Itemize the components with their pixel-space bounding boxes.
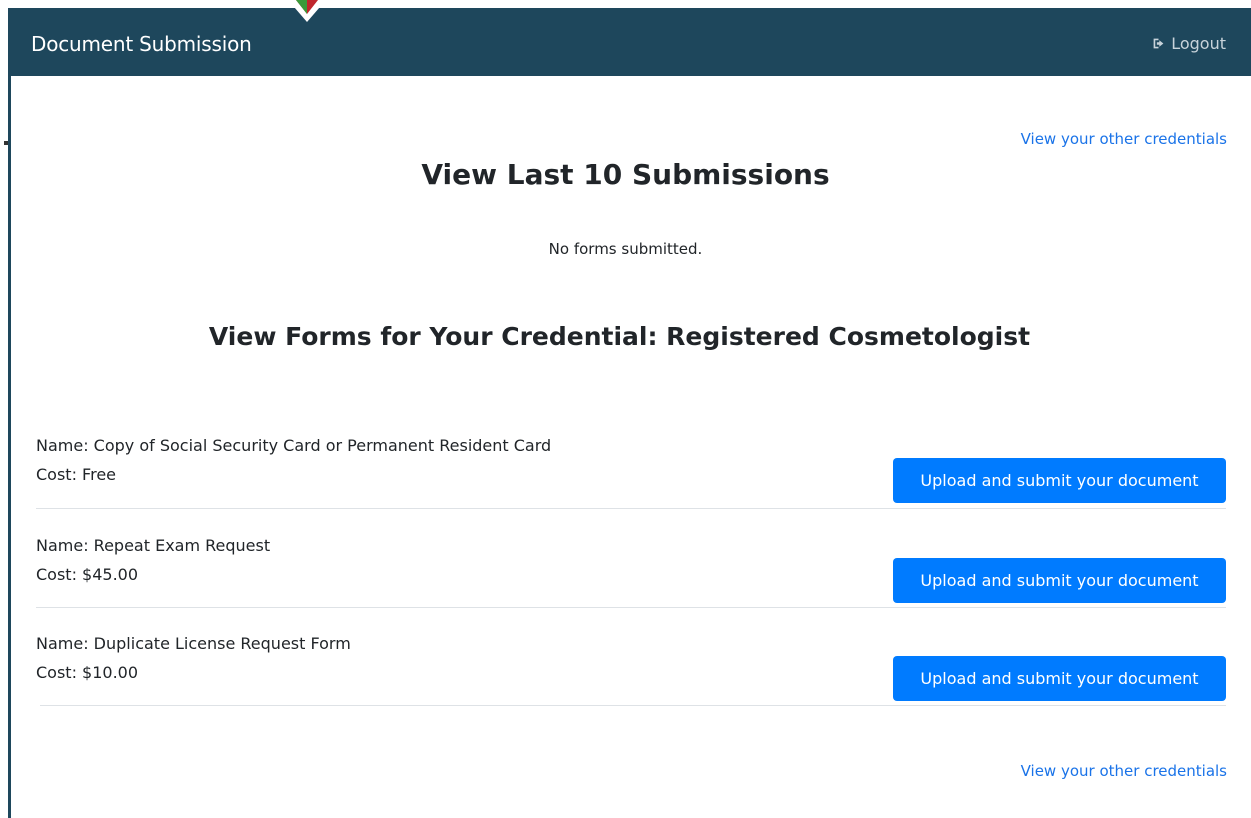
row-divider [36, 508, 1226, 509]
form-name: Name: Duplicate License Request Form [36, 634, 351, 653]
form-cost: Cost: $10.00 [36, 663, 139, 682]
page: Document Submission Logout View your oth… [0, 0, 1251, 818]
diamond-logo-icon [288, 0, 326, 22]
left-accent-bar [8, 8, 11, 818]
other-credentials-link-bottom[interactable]: View your other credentials [1021, 762, 1227, 780]
row-divider [40, 705, 1226, 706]
form-cost: Cost: Free [36, 465, 116, 484]
navbar: Document Submission Logout [8, 8, 1251, 76]
no-submissions-message: No forms submitted. [548, 240, 703, 258]
submissions-heading: View Last 10 Submissions [421, 158, 830, 191]
logout-label: Logout [1171, 34, 1226, 53]
upload-submit-button[interactable]: Upload and submit your document [893, 656, 1226, 701]
form-item-duplicate-license: Name: Duplicate License Request Form Cos… [36, 634, 1226, 714]
form-item-social-security: Name: Copy of Social Security Card or Pe… [36, 436, 1226, 516]
forms-heading: View Forms for Your Credential: Register… [208, 322, 1031, 351]
form-name: Name: Repeat Exam Request [36, 536, 271, 555]
form-item-repeat-exam: Name: Repeat Exam Request Cost: $45.00 U… [36, 536, 1226, 616]
other-credentials-link-top[interactable]: View your other credentials [1021, 130, 1227, 148]
logout-button[interactable]: Logout [1152, 34, 1226, 53]
form-cost: Cost: $45.00 [36, 565, 139, 584]
row-divider [36, 607, 1226, 608]
upload-submit-button[interactable]: Upload and submit your document [893, 458, 1226, 503]
form-name: Name: Copy of Social Security Card or Pe… [36, 436, 552, 455]
left-marker [4, 141, 8, 145]
sign-out-icon [1153, 38, 1164, 49]
upload-submit-button[interactable]: Upload and submit your document [893, 558, 1226, 603]
app-title: Document Submission [31, 32, 252, 56]
